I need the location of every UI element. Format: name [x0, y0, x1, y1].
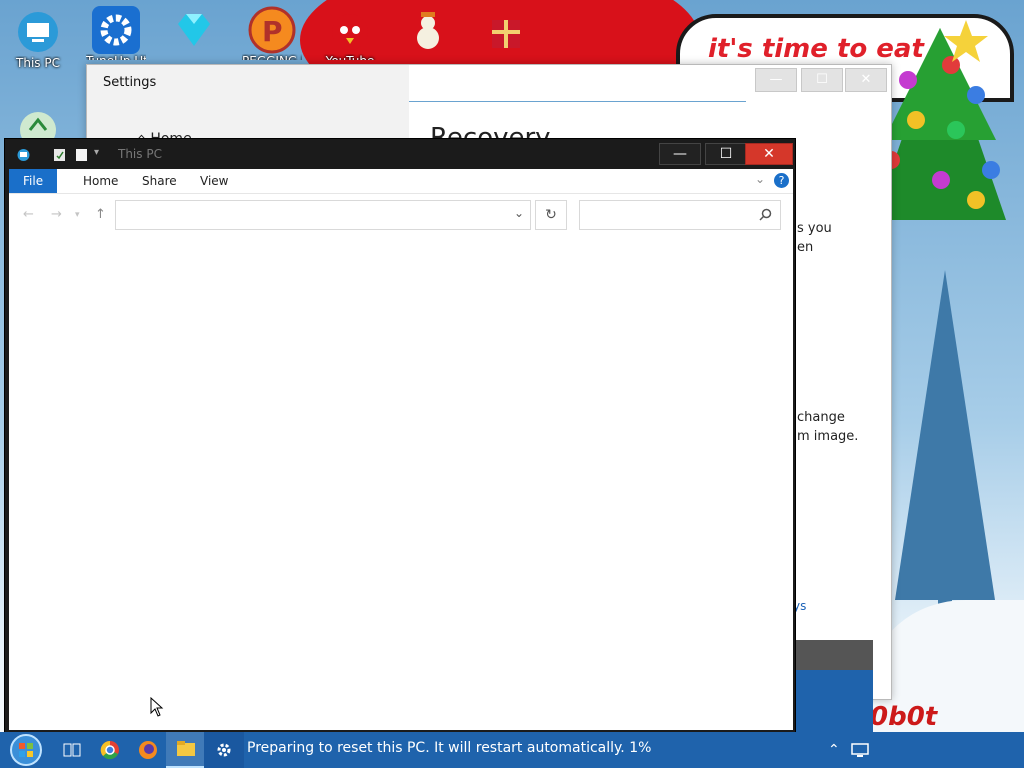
gift-icon	[482, 6, 530, 54]
desktop-icon-label: YouTube	[320, 54, 380, 60]
desktop-icon-pegging[interactable]: P PEGGING LOL	[242, 6, 302, 60]
gear-icon	[92, 6, 140, 54]
quick-access-dropdown-icon[interactable]: ▾	[94, 147, 107, 161]
explorer-minimize-button[interactable]: —	[659, 143, 701, 165]
settings-text-fragment: s you	[797, 221, 832, 236]
search-input[interactable]	[579, 200, 781, 230]
snowman-icon	[404, 6, 452, 54]
desktop-icon-tuneup[interactable]: TuneUp Utilities	[86, 6, 146, 60]
settings-text-fragment: m image.	[797, 429, 859, 444]
svg-text:P: P	[262, 15, 283, 48]
desktop-icon-label: PEGGING LOL	[242, 54, 302, 60]
settings-title: Settings	[103, 75, 157, 90]
angry-bird-icon	[326, 6, 374, 54]
new-folder-icon[interactable]	[75, 147, 88, 161]
file-explorer-icon[interactable]	[166, 732, 206, 768]
search-icon	[759, 208, 772, 221]
desktop-icon-label: TuneUp Utilities	[86, 54, 146, 60]
up-arrow-icon[interactable]: ↑	[95, 207, 106, 222]
recent-locations-icon[interactable]: ▾	[75, 210, 80, 220]
ribbon-expand-icon[interactable]: ⌄	[755, 172, 765, 186]
explorer-content-area[interactable]	[9, 234, 793, 730]
explorer-close-button[interactable]: ✕	[745, 143, 793, 165]
desktop-icon-this-pc[interactable]: This PC	[8, 8, 68, 70]
settings-minimize-button[interactable]: —	[755, 68, 797, 92]
diamond-icon	[170, 6, 218, 54]
mouse-cursor-icon	[150, 697, 164, 717]
reset-status-message: Preparing to reset this PC. It will rest…	[247, 740, 652, 756]
settings-header-divider	[409, 101, 746, 102]
properties-icon[interactable]	[53, 147, 66, 161]
help-icon[interactable]: ?	[774, 173, 789, 188]
reset-progress-panel-header	[795, 640, 873, 670]
desktop-icon-label: This PC	[16, 56, 60, 70]
this-pc-icon	[14, 8, 62, 56]
settings-text-fragment: en	[797, 240, 814, 255]
reset-progress-panel	[795, 640, 873, 740]
wallpaper-watermark: 0b0t	[870, 702, 938, 732]
tab-share[interactable]: Share	[132, 169, 187, 193]
settings-maximize-button[interactable]: ☐	[801, 68, 843, 92]
file-explorer-window[interactable]: ▾ This PC — ☐ ✕ File Home Share View ⌄ ?…	[4, 138, 796, 734]
chevron-up-icon[interactable]: ⌃	[828, 742, 840, 758]
tab-file[interactable]: File	[9, 169, 58, 193]
settings-gear-icon[interactable]	[204, 732, 244, 768]
firefox-icon[interactable]	[128, 732, 168, 768]
settings-close-button[interactable]: ✕	[845, 68, 887, 92]
desktop-icon-snowman[interactable]	[398, 6, 458, 54]
desktop-icon-gift[interactable]	[476, 6, 536, 54]
settings-text-fragment: change	[797, 410, 845, 425]
address-dropdown-icon[interactable]: ⌄	[514, 206, 524, 220]
network-icon[interactable]	[851, 743, 869, 763]
tab-home[interactable]: Home	[73, 169, 128, 193]
explorer-title: This PC	[118, 147, 162, 161]
address-bar-row: ← → ▾ ↑ ⌄ ↻	[9, 194, 793, 234]
address-input[interactable]: ⌄	[115, 200, 531, 230]
ribbon-tabs: File Home Share View ⌄ ?	[9, 169, 793, 194]
tab-view[interactable]: View	[190, 169, 238, 193]
forward-arrow-icon[interactable]: →	[51, 207, 62, 222]
p-app-icon: P	[248, 6, 296, 54]
chrome-icon[interactable]	[90, 732, 130, 768]
taskbar: Preparing to reset this PC. It will rest…	[0, 732, 1024, 768]
start-orb-icon[interactable]	[6, 732, 46, 768]
back-arrow-icon[interactable]: ←	[23, 207, 34, 222]
task-view-icon[interactable]	[52, 732, 92, 768]
refresh-icon[interactable]: ↻	[535, 200, 567, 230]
explorer-titlebar[interactable]: ▾ This PC — ☐ ✕	[5, 139, 795, 169]
desktop-icon-youtube[interactable]: YouTube	[320, 6, 380, 60]
desktop-icon-diamond[interactable]	[164, 6, 224, 54]
explorer-app-icon[interactable]	[17, 147, 30, 161]
explorer-maximize-button[interactable]: ☐	[705, 143, 747, 165]
